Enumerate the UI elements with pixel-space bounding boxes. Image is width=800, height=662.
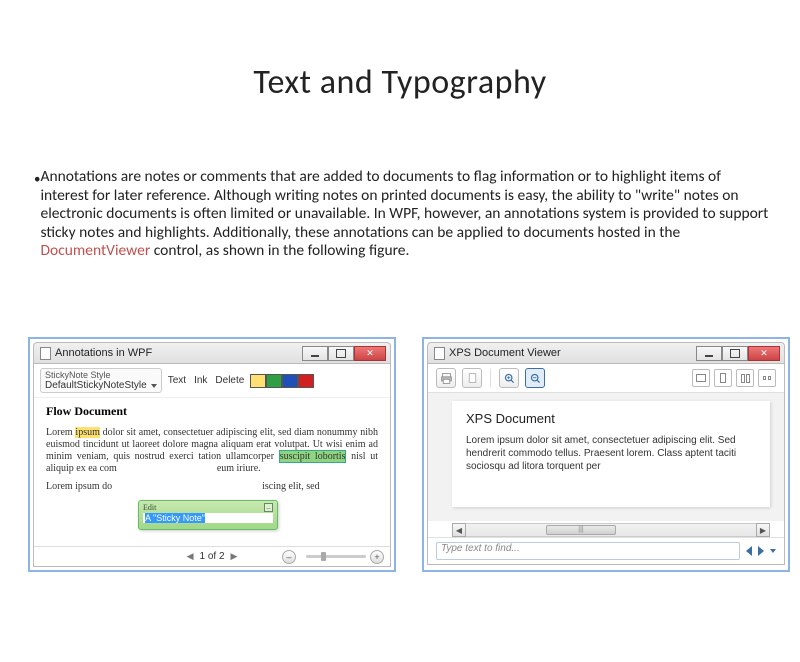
highlight-suscipit: suscipit lobortis	[279, 450, 347, 463]
body-text-b: control, as shown in the following figur…	[150, 241, 409, 260]
document-icon	[40, 347, 51, 360]
scroll-thumb[interactable]: |||	[546, 525, 616, 535]
text-button[interactable]: Text	[166, 375, 188, 386]
page-indicator: 1 of 2	[199, 551, 224, 562]
scroll-track[interactable]: |||	[466, 523, 756, 537]
body-text: Annotations are notes or comments that a…	[40, 168, 772, 261]
highlight-ipsum: ipsum	[75, 427, 99, 438]
prev-page-arrow-icon[interactable]: ◀	[187, 551, 194, 562]
pager-bar: ◀ 1 of 2 ▶ – +	[34, 546, 390, 566]
annotations-title: Annotations in WPF	[55, 347, 152, 359]
document-icon	[434, 347, 445, 360]
body-text-a: Annotations are notes or comments that a…	[40, 167, 768, 242]
sticky-note[interactable]: Edit – A "Sticky Note"	[138, 500, 278, 530]
search-bar: Type text to find...	[428, 537, 784, 564]
sticky-text: A "Sticky Note"	[145, 513, 205, 523]
zoom-out-button[interactable]	[525, 368, 545, 388]
documentviewer-link: DocumentViewer	[40, 241, 150, 260]
sticky-close-button[interactable]: –	[264, 503, 273, 512]
xps-toolbar	[428, 364, 784, 393]
zoom-thumb[interactable]	[321, 552, 326, 561]
maximize-button[interactable]	[722, 346, 748, 361]
scroll-right-button[interactable]: ▶	[756, 523, 770, 537]
scroll-left-button[interactable]: ◀	[452, 523, 466, 537]
flow-heading: Flow Document	[46, 404, 378, 419]
annotations-window: Annotations in WPF ✕ StickyNote Style De…	[33, 342, 391, 567]
swatch-green[interactable]	[266, 374, 282, 388]
printer-icon	[440, 372, 453, 385]
zoom-out-button[interactable]: –	[282, 550, 296, 564]
find-previous-button[interactable]	[746, 546, 752, 556]
flow-document-area: Flow Document Lorem ipsum dolor sit amet…	[34, 398, 390, 546]
xps-content-area: XPS Document Lorem ipsum dolor sit amet,…	[428, 393, 784, 521]
annotations-toolbar: StickyNote Style DefaultStickyNoteStyle …	[34, 364, 390, 398]
swatch-yellow[interactable]	[250, 374, 266, 388]
xps-title: XPS Document Viewer	[449, 347, 561, 359]
two-page-button[interactable]	[736, 369, 754, 387]
ink-button[interactable]: Ink	[192, 375, 209, 386]
zoom-slider[interactable]	[306, 555, 366, 558]
find-next-button[interactable]	[758, 546, 764, 556]
copy-button[interactable]	[462, 368, 482, 388]
swatch-blue[interactable]	[282, 374, 298, 388]
zoom-out-icon	[529, 372, 542, 385]
style-label: StickyNote Style	[45, 370, 157, 380]
flow-paragraph-2: Lorem ipsum do iscing elit, sed	[46, 481, 378, 493]
swatch-red[interactable]	[298, 374, 314, 388]
print-button[interactable]	[436, 368, 456, 388]
minimize-button[interactable]	[696, 346, 722, 361]
body-paragraph: • Annotations are notes or comments that…	[28, 168, 772, 261]
close-button[interactable]: ✕	[354, 346, 386, 361]
close-button[interactable]: ✕	[748, 346, 780, 361]
search-options-dropdown[interactable]	[770, 549, 776, 553]
xps-titlebar: XPS Document Viewer ✕	[427, 342, 785, 364]
flow-paragraph-1: Lorem ipsum dolor sit amet, consectetuer…	[46, 427, 378, 475]
page-title: Text and Typography	[0, 62, 800, 103]
window-controls: ✕	[302, 346, 386, 361]
single-page-button[interactable]	[714, 369, 732, 387]
minimize-button[interactable]	[302, 346, 328, 361]
thumbnail-button[interactable]	[758, 369, 776, 387]
style-value: DefaultStickyNoteStyle	[45, 380, 147, 391]
dropdown-arrow-icon	[151, 384, 157, 388]
figure-1: Annotations in WPF ✕ StickyNote Style De…	[28, 337, 396, 572]
xps-paragraph: Lorem ipsum dolor sit amet, consectetuer…	[466, 434, 756, 473]
next-page-arrow-icon[interactable]: ▶	[231, 551, 238, 562]
xps-window: XPS Document Viewer ✕	[427, 342, 785, 565]
figures-row: Annotations in WPF ✕ StickyNote Style De…	[28, 337, 790, 572]
zoom-in-button[interactable]: +	[370, 550, 384, 564]
figure-2: XPS Document Viewer ✕	[422, 337, 790, 572]
xps-heading: XPS Document	[466, 411, 756, 426]
toolbar-separator	[490, 369, 491, 387]
maximize-button[interactable]	[328, 346, 354, 361]
fit-width-button[interactable]	[692, 369, 710, 387]
xps-page: XPS Document Lorem ipsum dolor sit amet,…	[452, 401, 770, 507]
zoom-in-icon	[503, 372, 516, 385]
window-controls: ✕	[696, 346, 780, 361]
document-copy-icon	[466, 372, 479, 385]
annotations-titlebar: Annotations in WPF ✕	[33, 342, 391, 364]
horizontal-scrollbar[interactable]: ◀ ||| ▶	[452, 523, 770, 537]
page-view-buttons	[692, 369, 776, 387]
stickynote-style-selector[interactable]: StickyNote Style DefaultStickyNoteStyle	[40, 368, 162, 393]
search-input[interactable]: Type text to find...	[436, 542, 740, 560]
sticky-edit-label: Edit	[143, 503, 156, 512]
bullet-icon: •	[28, 168, 40, 187]
zoom-in-button[interactable]	[499, 368, 519, 388]
delete-button[interactable]: Delete	[213, 375, 246, 386]
color-swatches	[250, 374, 314, 388]
